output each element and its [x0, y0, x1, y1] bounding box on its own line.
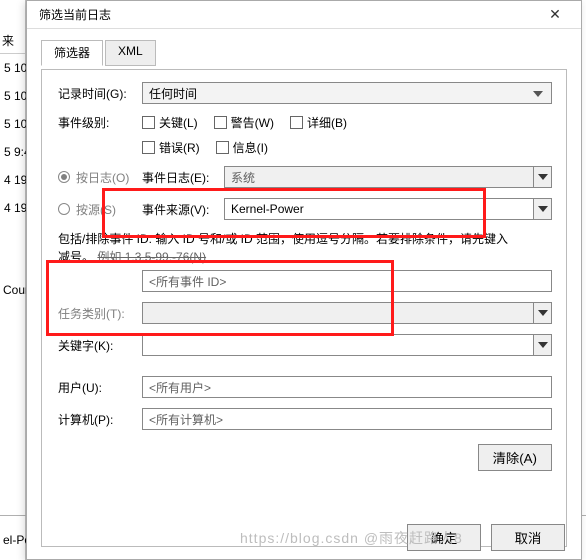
dropdown-button[interactable]: [533, 167, 551, 187]
checkbox-information[interactable]: 信息(I): [216, 139, 268, 156]
checkbox-label: 错误(R): [159, 139, 200, 156]
instr-line1: 包括/排除事件 ID: 输入 ID 号和/或 ID 范围，使用逗号分隔。若要排除…: [58, 232, 508, 246]
keywords-dropdown[interactable]: [142, 334, 552, 356]
bg-header-src: 来: [0, 28, 25, 54]
radio-label: 按源(S): [76, 201, 116, 218]
event-sources-input[interactable]: [229, 201, 547, 217]
checkbox-label: 警告(W): [231, 114, 274, 131]
id-instructions: 包括/排除事件 ID: 输入 ID 号和/或 ID 范围，使用逗号分隔。若要排除…: [58, 230, 552, 266]
filter-panel: 记录时间(G): 事件级别: 关键(L) 警告(W) 详细(B) 错误(R): [41, 69, 567, 547]
filter-dialog: 筛选当前日志 ✕ 筛选器 XML 记录时间(G): 事件级别: 关键(L): [26, 0, 582, 560]
chevron-down-icon: [529, 86, 547, 100]
background-list: 来 5 10 5 10 5 10 5 9:4 4 19 4 19: [0, 0, 26, 560]
instr-example: 例如 1,3,5-99,-76(N): [97, 250, 206, 264]
logged-combo[interactable]: [142, 82, 552, 104]
close-button[interactable]: ✕: [537, 6, 573, 23]
checkbox-error[interactable]: 错误(R): [142, 139, 200, 156]
radio-by-log: 按日志(O): [58, 169, 142, 186]
checkbox-critical[interactable]: 关键(L): [142, 114, 198, 131]
event-sources-dropdown[interactable]: [224, 198, 552, 220]
event-logs-input[interactable]: [229, 169, 547, 185]
bg-row: 5 10: [0, 110, 25, 138]
event-logs-label: 事件日志(E):: [142, 169, 224, 186]
computer-input[interactable]: [147, 411, 547, 427]
clear-button[interactable]: 清除(A): [478, 444, 552, 471]
checkbox-verbose[interactable]: 详细(B): [290, 114, 347, 131]
user-field[interactable]: [142, 376, 552, 398]
checkbox-box-icon: [214, 116, 227, 129]
event-ids-input[interactable]: [147, 273, 547, 289]
checkbox-box-icon: [216, 141, 229, 154]
bg-row: 4 19: [0, 166, 25, 194]
dropdown-button[interactable]: [533, 335, 551, 355]
checkbox-box-icon: [290, 116, 303, 129]
bg-row: 5 10: [0, 82, 25, 110]
event-sources-label: 事件来源(V):: [142, 201, 224, 218]
task-category-input[interactable]: [147, 305, 547, 321]
cancel-button[interactable]: 取消: [491, 524, 565, 551]
checkbox-label: 关键(L): [159, 114, 198, 131]
task-category-label: 任务类别(T):: [58, 305, 142, 322]
radio-icon: [58, 203, 70, 215]
keywords-input[interactable]: [147, 337, 547, 353]
bg-row: 4 19: [0, 194, 25, 222]
bg-row: 5 10: [0, 54, 25, 82]
titlebar: 筛选当前日志 ✕: [27, 1, 581, 29]
dialog-content: 筛选器 XML 记录时间(G): 事件级别: 关键(L) 警告(W): [27, 29, 581, 559]
checkbox-warning[interactable]: 警告(W): [214, 114, 274, 131]
dropdown-button[interactable]: [533, 199, 551, 219]
checkbox-label: 详细(B): [307, 114, 347, 131]
event-ids-field[interactable]: [142, 270, 552, 292]
dropdown-button[interactable]: [533, 303, 551, 323]
task-category-dropdown[interactable]: [142, 302, 552, 324]
bg-row: 5 9:4: [0, 138, 25, 166]
keywords-label: 关键字(K):: [58, 337, 142, 354]
tab-xml[interactable]: XML: [105, 40, 156, 66]
event-logs-dropdown[interactable]: [224, 166, 552, 188]
user-input[interactable]: [147, 379, 547, 395]
instr-line2-prefix: 减号。: [58, 250, 94, 264]
logged-input[interactable]: [147, 85, 529, 101]
radio-label: 按日志(O): [76, 169, 129, 186]
radio-icon: [58, 171, 70, 183]
dialog-title: 筛选当前日志: [39, 6, 537, 23]
radio-by-source: 按源(S): [58, 201, 142, 218]
computer-label: 计算机(P):: [58, 411, 142, 428]
computer-field[interactable]: [142, 408, 552, 430]
tab-strip: 筛选器 XML: [41, 39, 567, 65]
tab-filter[interactable]: 筛选器: [41, 40, 103, 66]
level-label: 事件级别:: [58, 114, 142, 131]
checkbox-box-icon: [142, 141, 155, 154]
user-label: 用户(U):: [58, 379, 142, 396]
checkbox-label: 信息(I): [233, 139, 268, 156]
ok-button[interactable]: 确定: [407, 524, 481, 551]
checkbox-box-icon: [142, 116, 155, 129]
logged-label: 记录时间(G):: [58, 85, 142, 102]
